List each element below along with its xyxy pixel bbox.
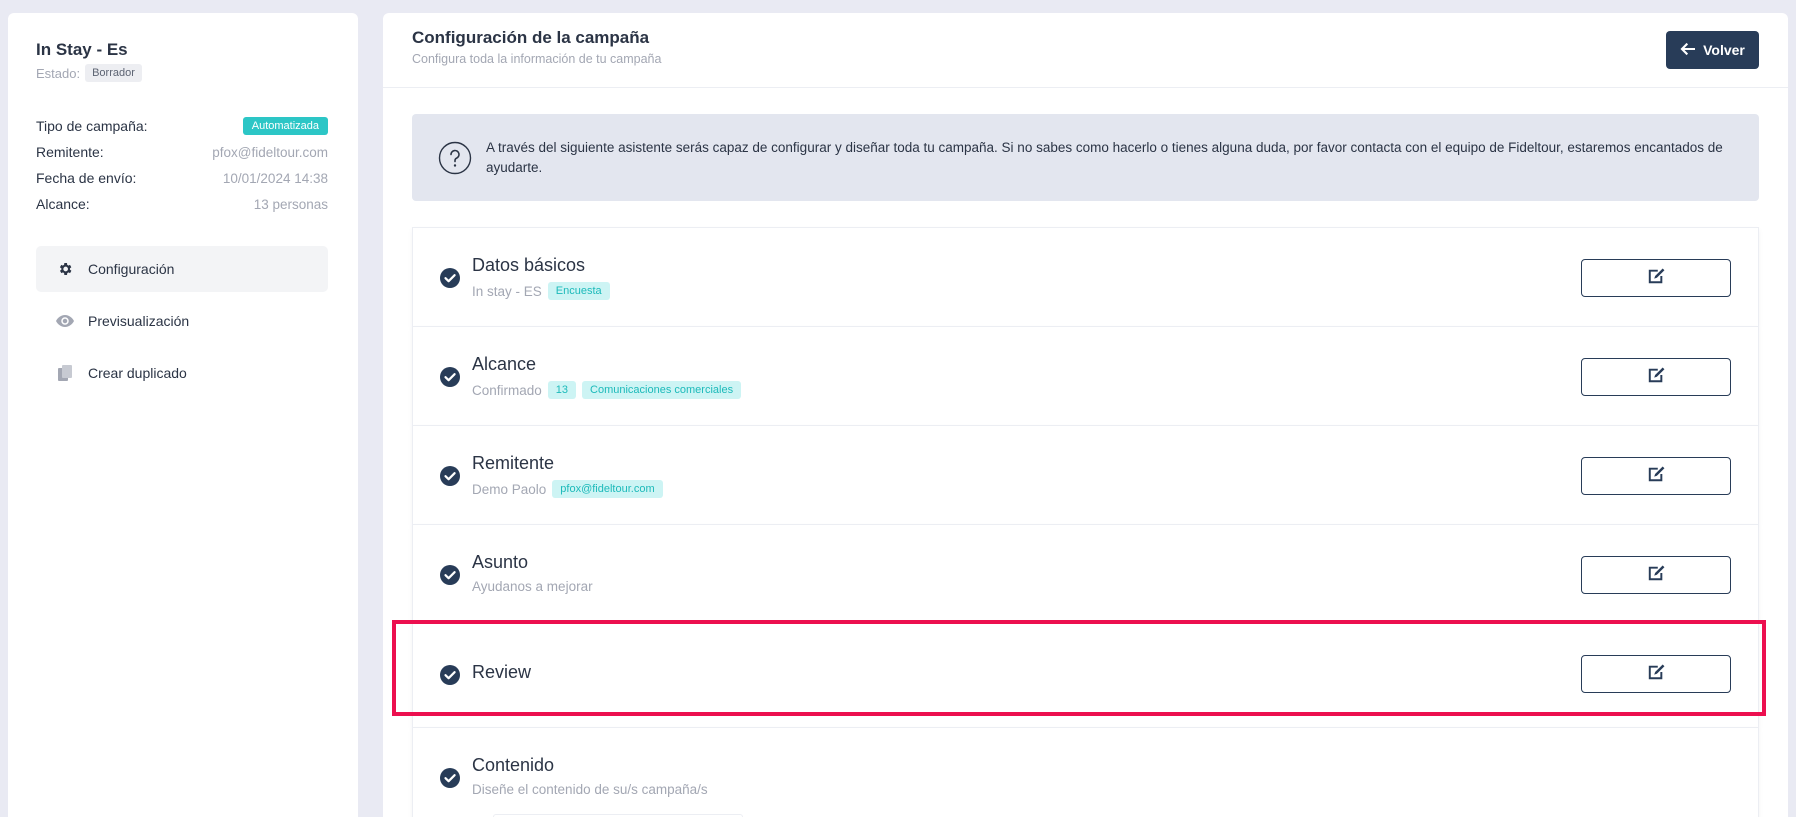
step-subtitle-row: Confirmado 13 Comunicaciones comerciales bbox=[472, 381, 742, 399]
step-subtitle-row: Demo Paolo pfox@fideltour.com bbox=[472, 480, 663, 498]
check-circle-icon bbox=[440, 367, 460, 387]
sidebar-item-crear-duplicado[interactable]: Crear duplicado bbox=[36, 350, 328, 396]
step-subtitle: Ayudanos a mejorar bbox=[472, 579, 593, 594]
step-asunto: Asunto Ayudanos a mejorar bbox=[412, 524, 1759, 623]
check-circle-icon bbox=[440, 268, 460, 288]
check-circle-icon bbox=[440, 665, 460, 685]
sidebar-item-label: Crear duplicado bbox=[88, 365, 187, 381]
step-tag: 13 bbox=[547, 381, 577, 399]
sidebar-item-previsualizacion[interactable]: Previsualización bbox=[36, 298, 328, 344]
info-label: Remitente: bbox=[36, 144, 104, 160]
step-subtitle-row: Ayudanos a mejorar bbox=[472, 579, 593, 594]
back-button[interactable]: Volver bbox=[1666, 31, 1759, 69]
campaign-sidebar: In Stay - Es Estado: Borrador Tipo de ca… bbox=[8, 13, 358, 817]
edit-button[interactable] bbox=[1581, 655, 1731, 693]
step-subtitle-row: In stay - ES Encuesta bbox=[472, 282, 610, 300]
edit-icon bbox=[1647, 663, 1665, 685]
edit-button[interactable] bbox=[1581, 457, 1731, 495]
status-row: Estado: Borrador bbox=[36, 64, 142, 82]
info-value: 10/01/2024 14:38 bbox=[222, 170, 328, 186]
check-circle-icon bbox=[440, 565, 460, 585]
info-row-reach: Alcance: 13 personas bbox=[36, 191, 328, 217]
sidebar-item-label: Previsualización bbox=[88, 313, 190, 329]
step-subtitle: Demo Paolo bbox=[472, 481, 547, 497]
step-title: Review bbox=[472, 662, 532, 682]
edit-button[interactable] bbox=[1581, 358, 1731, 396]
campaign-info-list: Tipo de campaña: Automatizada Remitente:… bbox=[36, 113, 328, 217]
sidebar-item-configuracion[interactable]: Configuración bbox=[36, 246, 328, 292]
page-subtitle: Configura toda la información de tu camp… bbox=[412, 52, 662, 66]
step-title: Remitente bbox=[472, 453, 555, 473]
info-value: 13 personas bbox=[253, 196, 328, 212]
panel-header: Configuración de la campaña Configura to… bbox=[383, 13, 1788, 88]
sidebar-item-label: Configuración bbox=[88, 261, 175, 277]
back-button-label: Volver bbox=[1703, 42, 1745, 58]
edit-icon bbox=[1647, 465, 1665, 487]
info-row-send-date: Fecha de envío: 10/01/2024 14:38 bbox=[36, 165, 328, 191]
step-remitente: Remitente Demo Paolo pfox@fideltour.com bbox=[412, 425, 1759, 524]
step-title: Alcance bbox=[472, 354, 537, 374]
check-circle-icon bbox=[440, 466, 460, 486]
info-label: Fecha de envío: bbox=[36, 170, 137, 186]
edit-icon bbox=[1647, 564, 1665, 586]
step-contenido: Contenido Diseñe el contenido de su/s ca… bbox=[412, 727, 1759, 817]
edit-button[interactable] bbox=[1581, 556, 1731, 594]
copy-icon bbox=[56, 364, 74, 382]
step-subtitle: In stay - ES bbox=[472, 283, 542, 299]
step-title: Contenido bbox=[472, 755, 555, 775]
campaign-title: In Stay - Es bbox=[36, 40, 128, 59]
page-title: Configuración de la campaña bbox=[412, 28, 650, 47]
info-row-type: Tipo de campaña: Automatizada bbox=[36, 113, 328, 139]
step-review: Review bbox=[412, 623, 1759, 727]
step-alcance: Alcance Confirmado 13 Comunicaciones com… bbox=[412, 326, 1759, 425]
check-circle-icon bbox=[440, 768, 460, 788]
step-datos-basicos: Datos básicos In stay - ES Encuesta bbox=[412, 227, 1759, 326]
sidebar-menu: Configuración Previsualización Crear dup… bbox=[36, 246, 328, 402]
notice-text: A través del siguiente asistente serás c… bbox=[486, 139, 1723, 175]
step-tag: Encuesta bbox=[547, 282, 610, 300]
edit-icon bbox=[1647, 366, 1665, 388]
step-title: Asunto bbox=[472, 552, 529, 572]
step-tag: pfox@fideltour.com bbox=[552, 480, 663, 498]
campaign-steps: Datos básicos In stay - ES Encuesta Alca… bbox=[412, 227, 1759, 817]
step-subtitle-row: Diseñe el contenido de su/s campaña/s bbox=[472, 782, 708, 797]
status-label: Estado: bbox=[36, 65, 81, 81]
gear-icon bbox=[56, 260, 74, 278]
step-tag: Comunicaciones comerciales bbox=[582, 381, 742, 399]
status-badge: Borrador bbox=[85, 64, 142, 82]
step-subtitle: Diseñe el contenido de su/s campaña/s bbox=[472, 782, 708, 797]
edit-icon bbox=[1647, 267, 1665, 289]
campaign-type-badge: Automatizada bbox=[242, 117, 328, 135]
campaign-config-panel: Configuración de la campaña Configura to… bbox=[383, 13, 1788, 817]
info-value: pfox@fideltour.com bbox=[212, 144, 328, 160]
info-label: Alcance: bbox=[36, 196, 90, 212]
arrow-left-icon bbox=[1680, 42, 1696, 59]
eye-icon bbox=[56, 312, 74, 330]
question-icon bbox=[438, 141, 472, 175]
info-notice: A través del siguiente asistente serás c… bbox=[412, 114, 1759, 201]
step-subtitle: Confirmado bbox=[472, 382, 542, 398]
edit-button[interactable] bbox=[1581, 259, 1731, 297]
step-title: Datos básicos bbox=[472, 255, 586, 275]
info-label: Tipo de campaña: bbox=[36, 118, 148, 134]
info-row-sender: Remitente: pfox@fideltour.com bbox=[36, 139, 328, 165]
